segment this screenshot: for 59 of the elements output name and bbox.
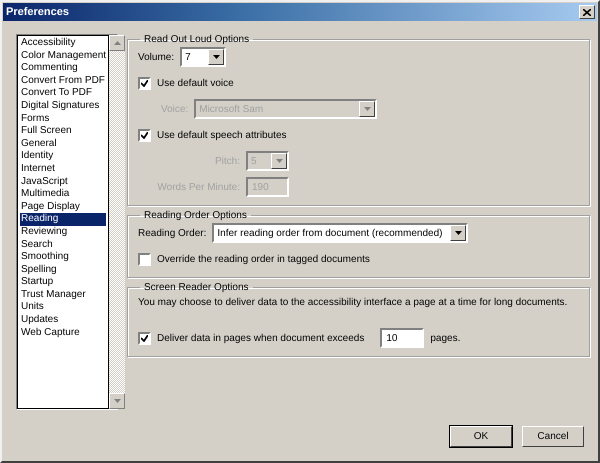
category-item[interactable]: Reviewing [20, 226, 106, 238]
checkbox[interactable] [138, 252, 151, 266]
up-arrow-icon [114, 41, 121, 45]
pages-label: pages. [430, 332, 460, 344]
category-item[interactable]: Internet [20, 162, 106, 176]
category-item[interactable]: Trust Manager [20, 288, 106, 302]
caret-icon [212, 55, 220, 59]
category-item[interactable]: Commenting [20, 62, 106, 75]
category-item[interactable]: Search [20, 238, 106, 252]
category-item[interactable]: JavaScript [20, 176, 106, 188]
caret-icon [364, 107, 371, 111]
caret-icon [276, 159, 282, 163]
scrollbar[interactable] [109, 35, 126, 409]
scroll-up-button[interactable] [109, 35, 126, 51]
window-title: Preferences [6, 6, 69, 18]
reading-order-dropdown[interactable]: Infer reading order from document (recommended) [212, 223, 468, 243]
checkbox-label: Deliver data in pages when document exceeds [157, 332, 364, 344]
category-item[interactable]: Startup [20, 276, 106, 289]
description-text: You may choose to deliver data to the accessibility interface a page at a time for long documents. [138, 297, 568, 308]
check-icon [141, 334, 148, 342]
category-item[interactable]: Multimedia [20, 188, 106, 201]
checkbox[interactable] [138, 332, 151, 344]
category-item[interactable]: Identity [20, 150, 106, 163]
checkbox[interactable] [138, 76, 151, 90]
pages-field[interactable]: 10 [380, 328, 424, 348]
category-item[interactable]: Forms [20, 112, 106, 126]
category-item[interactable]: Units [20, 301, 106, 314]
dialog-button[interactable]: OK [450, 426, 512, 447]
category-item[interactable]: Convert From PDF [20, 74, 106, 88]
volume-dropdown[interactable]: 7 [180, 47, 226, 67]
category-item[interactable]: Accessibility [20, 37, 106, 50]
checkbox-label: Override the reading order in tagged documents [157, 254, 370, 264]
close-icon [583, 8, 591, 16]
category-item[interactable]: Full Screen [20, 125, 106, 138]
group-title: Read Out Loud Options [143, 34, 250, 45]
category-item[interactable]: Spelling [20, 264, 106, 276]
check-icon [141, 80, 148, 86]
category-item[interactable]: Reading [20, 213, 106, 226]
caret-icon [454, 231, 462, 235]
category-item[interactable]: Smoothing [20, 251, 106, 264]
checkbox-label: Use default speech attributes [157, 130, 287, 140]
category-item[interactable]: Web Capture [20, 326, 106, 340]
group-title: Screen Reader Options [143, 282, 250, 293]
field-label: Volume: [138, 52, 174, 62]
checkbox-label: Use default voice [157, 78, 234, 88]
dialog-button[interactable]: Cancel [522, 426, 584, 447]
close-button[interactable] [579, 5, 595, 19]
category-item[interactable]: Convert To PDF [20, 87, 106, 100]
checkbox[interactable] [138, 128, 151, 142]
check-icon [141, 132, 148, 138]
category-item[interactable]: Color Management [20, 50, 106, 62]
category-item[interactable]: General [20, 138, 106, 150]
category-item[interactable]: Page Display [20, 200, 106, 214]
category-item[interactable]: Updates [20, 314, 106, 327]
category-item[interactable]: Digital Signatures [20, 100, 106, 113]
down-arrow-icon [114, 399, 121, 403]
field-label: Reading Order: [138, 228, 206, 238]
scroll-down-button[interactable] [109, 393, 126, 409]
group-title: Reading Order Options [143, 210, 248, 221]
